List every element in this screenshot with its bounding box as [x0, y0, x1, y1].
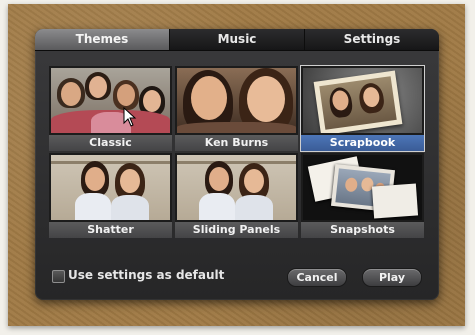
play-button[interactable]: Play — [362, 268, 422, 287]
tab-music[interactable]: Music — [169, 29, 304, 50]
theme-grid: Classic Ken Burns Scrapbook Shatter Slid… — [49, 65, 425, 238]
theme-ken-burns[interactable]: Ken Burns — [175, 66, 298, 151]
theme-shatter[interactable]: Shatter — [49, 153, 172, 238]
theme-ken-burns-thumbnail — [177, 68, 296, 133]
theme-label: Shatter — [49, 222, 172, 238]
theme-scrapbook-thumbnail — [303, 68, 422, 133]
theme-snapshots[interactable]: Snapshots — [301, 153, 424, 238]
theme-scrapbook[interactable]: Scrapbook — [300, 65, 425, 152]
theme-label: Classic — [49, 135, 172, 151]
use-default-label: Use settings as default — [68, 268, 225, 282]
theme-label: Scrapbook — [301, 135, 424, 151]
theme-classic-thumbnail — [51, 68, 170, 133]
theme-snapshots-thumbnail — [303, 155, 422, 220]
theme-shatter-thumbnail — [51, 155, 170, 220]
theme-sliding-panels-thumbnail — [177, 155, 296, 220]
slideshow-dialog: Themes Music Settings Classic Ken Burns … — [35, 29, 439, 300]
tab-themes[interactable]: Themes — [35, 29, 169, 50]
tab-settings[interactable]: Settings — [304, 29, 439, 50]
theme-classic[interactable]: Classic — [49, 66, 172, 151]
tab-bar: Themes Music Settings — [35, 29, 439, 51]
use-default-checkbox[interactable] — [52, 270, 65, 283]
cancel-button[interactable]: Cancel — [287, 268, 347, 287]
mouse-pointer-icon — [123, 107, 137, 127]
theme-sliding-panels[interactable]: Sliding Panels — [175, 153, 298, 238]
theme-label: Sliding Panels — [175, 222, 298, 238]
theme-label: Ken Burns — [175, 135, 298, 151]
theme-label: Snapshots — [301, 222, 424, 238]
